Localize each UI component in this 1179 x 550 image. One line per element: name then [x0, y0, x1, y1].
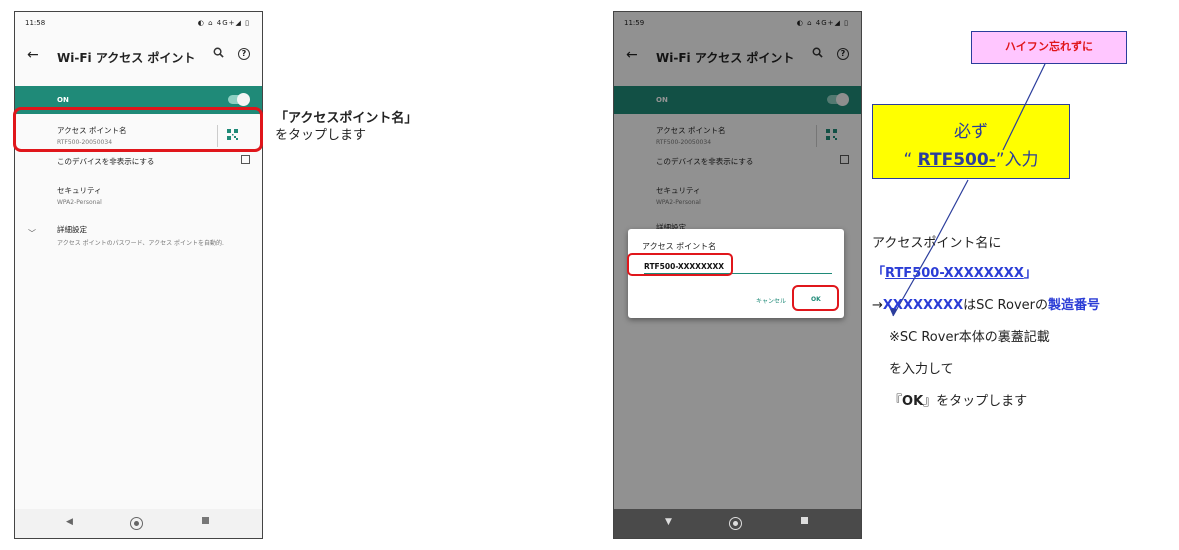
- serial-number-text: 製造番号: [1048, 298, 1101, 313]
- bracket-close: 」: [1023, 266, 1037, 281]
- ok-text: OK: [902, 394, 924, 409]
- right-instruction-line5: を入力して: [889, 362, 954, 377]
- rtf500-value: RTF500-XXXXXXXX: [885, 266, 1024, 281]
- right-instruction-line1: アクセスポイント名に: [872, 236, 1002, 251]
- bracket-open: 「: [872, 266, 886, 281]
- line6-rest: 』をタップします: [923, 394, 1028, 409]
- x-placeholder: XXXXXXXX: [882, 298, 964, 313]
- pink-callout-arrow: [1002, 63, 1046, 151]
- line3-mid: はSC Roverの: [963, 298, 1048, 313]
- line6-open: 『: [889, 394, 903, 409]
- right-instruction-line2: 「RTF500-XXXXXXXX」: [872, 262, 1037, 281]
- right-instruction-line6: 『OK』をタップします: [889, 390, 1027, 409]
- right-instruction-line3: →XXXXXXXXはSC Roverの製造番号: [872, 294, 1100, 313]
- arrow-glyph: →: [872, 298, 883, 313]
- right-instruction-line4: ※SC Rover本体の裏蓋記載: [889, 330, 1050, 345]
